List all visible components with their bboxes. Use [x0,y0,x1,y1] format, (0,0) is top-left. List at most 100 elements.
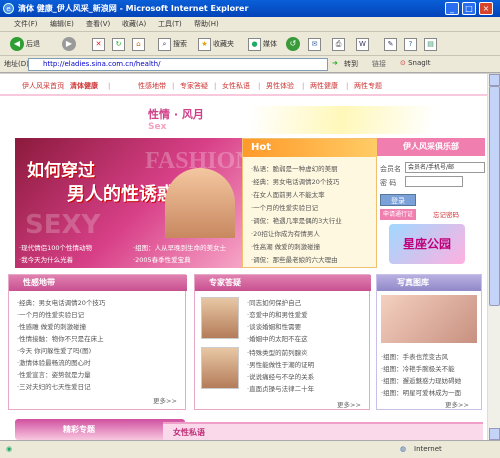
hot-item[interactable]: ·经典：男女电话调情20个技巧 [251,176,339,186]
nav-eladies-home[interactable]: 伊人风采首页 [22,78,64,94]
list-item[interactable]: ·组图：手表也荒变古风 [381,351,448,361]
forgot-password-link[interactable]: 忘记密码 [433,209,459,219]
hot-item[interactable]: ·私语：脆弱是一种虚幻的美丽 [251,163,338,173]
list-item[interactable]: ·性情接触：物你不只是在床上 [17,333,104,343]
favorites-button[interactable]: ★ 收藏夹 [198,36,234,52]
menu-favorites[interactable]: 收藏(A) [122,19,146,29]
refresh-button[interactable]: ↻ [112,36,127,52]
hero-link[interactable]: ·现代情侣100个性情动物 [19,242,92,252]
scroll-down-button[interactable] [489,428,500,440]
close-button[interactable]: × [479,2,493,15]
hot-item[interactable]: ·调侃：那些最老娘的六大理由 [251,254,338,264]
nav-whisper[interactable]: 女性私语 [222,78,250,94]
media-button[interactable]: ● 媒体 [248,36,277,52]
address-label: 地址(D) [4,60,29,68]
hot-item[interactable]: ·在女人面前男人不能太率 [251,189,325,199]
more-link[interactable]: 更多>> [153,395,177,405]
horoscope-banner[interactable]: 星座公园 [389,224,465,264]
hero-banner[interactable]: FASHION SEXY 如何穿过 男人的性诱惑 ·现代情侣100个性情动物 ·… [15,138,243,268]
messenger-button[interactable]: ? [404,36,419,52]
whisper-bar: 女性私语 [163,422,483,440]
edit-button[interactable]: W [356,36,371,52]
list-item[interactable]: ·激情体验最畅流的图心时 [17,357,91,367]
status-bar: ◉ ◍ Internet [0,440,500,458]
forward-button[interactable]: ▶ [62,36,78,52]
search-button[interactable]: ⌕ 搜索 [158,36,187,52]
menu-edit[interactable]: 编辑(E) [50,19,74,29]
address-input[interactable]: http://eladies.sina.com.cn/health/ [28,58,328,71]
list-item[interactable]: ·今天 你问躲性爱了吗(图) [17,345,91,355]
favorites-label: 收藏夹 [213,40,234,48]
go-arrow-icon[interactable]: ➜ [332,59,338,67]
menu-file[interactable]: 文件(F) [14,19,38,29]
back-label: 后退 [26,40,40,48]
back-arrow-icon: ◀ [10,37,24,51]
list-item[interactable]: ·经典：男女电话调情20个技巧 [17,297,105,307]
hot-item[interactable]: ·调侃：艳遇几率是偶的3大行业 [251,215,342,225]
scroll-thumb[interactable] [489,86,500,306]
hot-item[interactable]: ·一个月的性爱实验日记 [251,202,318,212]
minimize-button[interactable]: _ [445,2,459,15]
member-club-panel: 伊人风采俱乐部 会员名 会员名/手机号/邮 密 码 登录 申请通行证 忘记密码 … [377,138,485,268]
vertical-scrollbar[interactable] [487,74,500,440]
menu-help[interactable]: 帮助(H) [194,19,219,29]
discuss-button[interactable]: ✎ [384,36,399,52]
list-item[interactable]: ·特殊类型的前列腺炎 [247,347,308,357]
list-item[interactable]: ·三对夫妇的七天性爱日记 [17,381,91,391]
list-item[interactable]: ·组图：冷艳手腕极关不能 [381,363,455,373]
nav-health[interactable]: 清体健康 [70,78,98,94]
media-icon: ● [248,37,261,51]
mail-button[interactable]: ✉ [308,36,323,52]
list-item[interactable]: ·一个月的性爱实验日记 [17,309,84,319]
section-logo-en: Sex [148,122,167,132]
more-link[interactable]: 更多>> [445,399,469,409]
list-item[interactable]: ·直面贞操与法律二十年 [247,383,314,393]
member-name-input[interactable]: 会员名/手机号/邮 [405,162,485,173]
back-button[interactable]: ◀ 后退 [10,36,40,52]
list-item[interactable]: ·性爱宣言：姿势就是力量 [17,369,91,379]
more-link[interactable]: 更多>> [337,399,361,409]
hero-title-line1: 如何穿过 [27,161,95,181]
history-button[interactable]: ↺ [286,36,302,52]
nav-sex-zone[interactable]: 性感地带 [138,78,166,94]
list-item[interactable]: ·谈谈婚姻和性需要 [247,321,301,331]
nav-expert[interactable]: 专家答疑 [180,78,208,94]
hero-link[interactable]: ·我今天为什么光着 [19,254,73,264]
list-item[interactable]: ·同志如何保护自己 [247,297,301,307]
gallery-image[interactable] [381,295,477,343]
site-nav: 伊人风采首页 | 清体健康 | 性感地带 | 专家答疑 | 女性私语 | 男性体… [14,78,434,94]
list-item[interactable]: ·性感雕 做爱的刺激碰撞 [17,321,86,331]
hot-item[interactable]: ·性高潮 做爱的刺激碰撞 [251,241,320,251]
hot-title: Hot [243,139,378,157]
password-input[interactable] [405,176,463,187]
snagit-button[interactable]: ⊙ SnagIt [400,59,431,67]
nav-special-topics[interactable]: 两性专题 [354,78,382,94]
print-button[interactable]: ⎙ [332,36,347,52]
list-item[interactable]: ·婚姻中的太阳不在这 [247,333,308,343]
links-button[interactable]: 链接 [372,59,386,69]
scroll-up-button[interactable] [489,74,500,86]
list-item[interactable]: ·男性能做性于潮的证明 [247,359,314,369]
maximize-button[interactable]: □ [462,2,476,15]
home-button[interactable]: ⌂ [132,36,147,52]
list-item[interactable]: ·组图：明星可爱林成为一面 [381,387,461,397]
list-item[interactable]: ·组图：邂逅魅惑力现妨碍她 [381,375,461,385]
login-button[interactable]: 登录 [380,194,416,206]
menu-tools[interactable]: 工具(T) [158,19,182,29]
hero-link[interactable]: ·组图：人从早晚到生命的美女士 [133,242,226,252]
research-button[interactable]: ▤ [424,36,439,52]
password-label: 密 码 [380,179,397,187]
hot-item[interactable]: ·20招让你成为有情男人 [251,228,320,238]
special-topics-title[interactable]: 精彩专题 [63,424,95,435]
go-button[interactable]: 转到 [344,59,358,69]
stop-button[interactable]: ✕ [92,36,107,52]
whisper-title[interactable]: 女性私语 [173,427,205,438]
list-item[interactable]: ·恋爱中的和男性爱爱 [247,309,308,319]
list-item[interactable]: ·说说痛经与不孕的关系 [247,371,314,381]
hero-link[interactable]: ·2005春季性爱宝典 [133,254,191,264]
hero-model-image [165,168,235,238]
menu-view[interactable]: 查看(V) [86,19,110,29]
nav-sexual-health[interactable]: 两性健康 [310,78,338,94]
apply-passport-button[interactable]: 申请通行证 [380,209,416,220]
nav-male-experience[interactable]: 男性体验 [266,78,294,94]
